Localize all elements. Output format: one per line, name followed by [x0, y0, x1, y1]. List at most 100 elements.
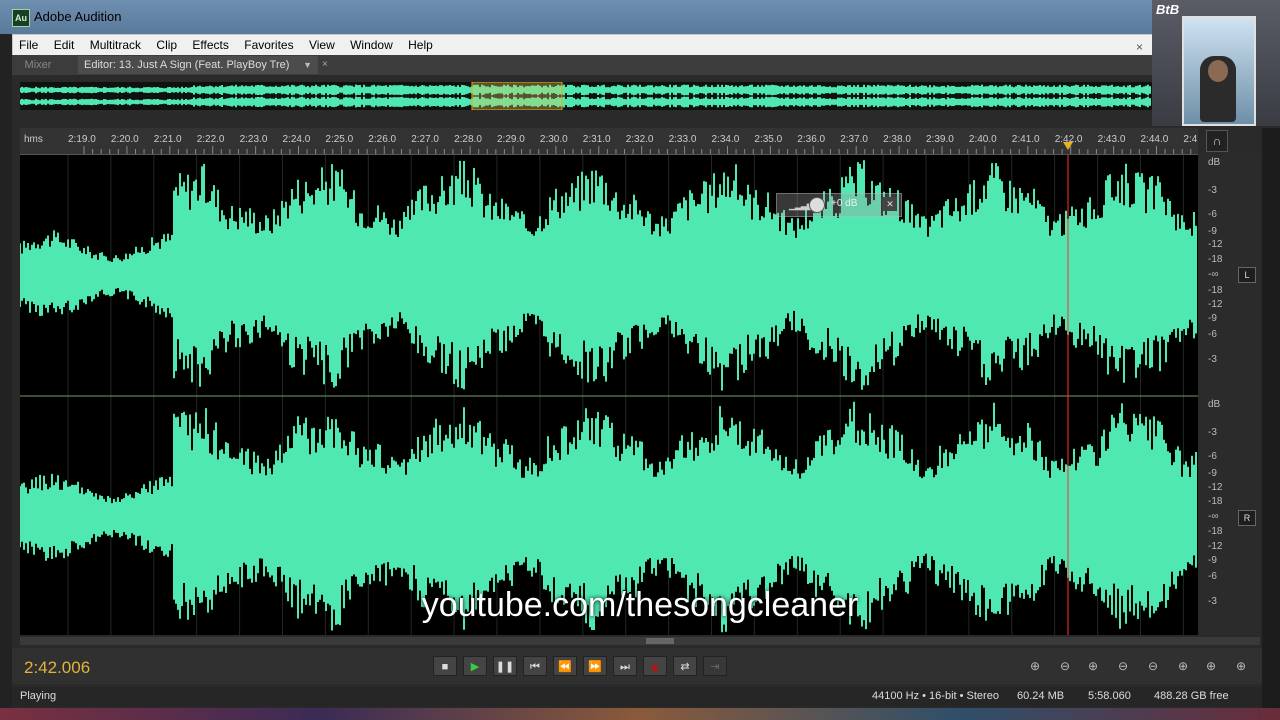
chevron-down-icon[interactable]: ▼	[303, 56, 312, 74]
db-label: -9	[1208, 468, 1217, 479]
volume-knob-icon[interactable]	[809, 197, 825, 213]
watermark-text: youtube.com/thesongcleaner	[421, 586, 859, 624]
status-bar: Playing 44100 Hz • 16-bit • Stereo 60.24…	[12, 687, 1262, 707]
overview-viewport	[471, 81, 563, 111]
ruler-tick-label: 2:34.0	[712, 134, 740, 145]
disk-free: 488.28 GB free	[1154, 690, 1229, 702]
window-title: Adobe Audition	[34, 9, 122, 24]
db-label: -6	[1208, 209, 1217, 220]
ruler-tick-label: 2:25.0	[325, 134, 353, 145]
waveform-canvas	[19, 155, 1198, 635]
tab-editor-label: Editor: 13. Just A Sign (Feat. PlayBoy T…	[84, 59, 290, 71]
zoom-in-end-icon[interactable]: ⊕	[1200, 656, 1222, 676]
hud-volume-value: +0 dB	[831, 198, 858, 209]
menu-edit[interactable]: Edit	[48, 35, 81, 53]
webcam-overlay: BtB	[1152, 0, 1280, 126]
ruler-tick-label: 2:44.0	[1141, 134, 1169, 145]
overview-waveform-path	[19, 84, 1151, 108]
loop-button[interactable]: ⇄	[673, 656, 697, 676]
hud-volume-control[interactable]: ▁▂▃▅ +0 dB ✕	[776, 193, 902, 217]
go-to-start-button[interactable]: ⏮	[523, 656, 547, 676]
play-button[interactable]: ▶	[463, 656, 487, 676]
ruler-tick-label: 2:38.0	[883, 134, 911, 145]
menu-window[interactable]: Window	[344, 35, 399, 53]
db-label: -12	[1208, 299, 1223, 310]
stop-button[interactable]: ■	[433, 656, 457, 676]
db-label: -∞	[1208, 269, 1219, 280]
db-label: -∞	[1208, 511, 1219, 522]
overview-waveform	[19, 81, 1151, 111]
waveform-overview[interactable]	[19, 81, 1152, 111]
menu-favorites[interactable]: Favorites	[238, 35, 299, 53]
db-label: -3	[1208, 354, 1217, 365]
pin-icon[interactable]: ✕	[883, 197, 897, 211]
pause-button[interactable]: ❚❚	[493, 656, 517, 676]
skip-selection-button[interactable]: ⇥	[703, 656, 727, 676]
ruler-ticks: hms 2:19.0 2:20.0 2:21.0 2:22.0 2:23.0 2:24.0…	[24, 134, 1198, 154]
ruler-tick-label: 2:28.0	[454, 134, 482, 145]
ruler-tick-label: 2:19.0	[68, 134, 96, 145]
db-label: -12	[1208, 482, 1223, 493]
transport-bar: 2:42.006 ■ ▶ ❚❚ ⏮ ⏪ ⏩ ⏭ ● ⇄ ⇥ ⊕ ⊖ ⊕ ⊖ ⊖ …	[12, 648, 1262, 684]
menu-view[interactable]: View	[303, 35, 341, 53]
ruler-tick-label: 2:29.0	[497, 134, 525, 145]
db-label: -12	[1208, 541, 1223, 552]
menu-multitrack[interactable]: Multitrack	[84, 35, 147, 53]
audition-app-icon: Au	[12, 9, 30, 27]
ruler-tick-label: 2:30.0	[540, 134, 568, 145]
time-ruler[interactable]: hms 2:19.0 2:20.0 2:21.0 2:22.0 2:23.0 2:24.0…	[20, 128, 1198, 155]
ruler-tick-label: 2:26.0	[368, 134, 396, 145]
db-label: -9	[1208, 555, 1217, 566]
rewind-button[interactable]: ⏪	[553, 656, 577, 676]
ruler-tick-label: 2:32.0	[626, 134, 654, 145]
headphones-icon[interactable]: ∩	[1206, 130, 1228, 152]
tab-editor[interactable]: Editor: 13. Just A Sign (Feat. PlayBoy T…	[78, 56, 318, 74]
db-label: -9	[1208, 313, 1217, 324]
scrollbar-thumb[interactable]	[646, 638, 674, 644]
ruler-tick-label: 2:23.0	[240, 134, 268, 145]
waveform-editor[interactable]	[19, 155, 1198, 635]
ruler-tick-label: 2:33.0	[669, 134, 697, 145]
zoom-out-full-icon[interactable]: ⊖	[1142, 656, 1164, 676]
tab-close-icon[interactable]: ×	[322, 55, 328, 75]
db-scale: dB -3 -6 -9 -12 -18 -∞ -18 -12 -9 -6 -3 …	[1200, 155, 1260, 635]
timecode-display[interactable]: 2:42.006	[24, 658, 90, 678]
horizontal-scrollbar[interactable]	[20, 637, 1260, 645]
left-channel-toggle[interactable]: L	[1238, 267, 1256, 283]
panel-tab-row: Mixer Editor: 13. Just A Sign (Feat. Pla…	[12, 55, 1152, 75]
ruler-tick-label: 2:31.0	[583, 134, 611, 145]
menu-close-icon[interactable]: ×	[1130, 37, 1149, 55]
ruler-tick-label: 2:27.0	[411, 134, 439, 145]
playhead-marker-icon	[1063, 142, 1073, 150]
right-gutter	[1262, 128, 1280, 720]
menu-effects[interactable]: Effects	[186, 35, 234, 53]
window-left-edge	[0, 34, 12, 708]
video-bottom-strip	[0, 708, 1280, 720]
menu-file[interactable]: File	[13, 35, 44, 53]
db-label: -18	[1208, 526, 1223, 537]
db-label: -3	[1208, 185, 1217, 196]
db-label: -18	[1208, 285, 1223, 296]
go-to-end-button[interactable]: ⏭	[613, 656, 637, 676]
webcam-face	[1208, 60, 1228, 82]
db-label: -6	[1208, 571, 1217, 582]
ruler-tick-label: 2:43.0	[1098, 134, 1126, 145]
playback-state: Playing	[20, 690, 57, 702]
zoom-in-time-icon[interactable]: ⊕	[1082, 656, 1104, 676]
right-channel-toggle[interactable]: R	[1238, 510, 1256, 526]
menu-clip[interactable]: Clip	[150, 35, 183, 53]
zoom-in-start-icon[interactable]: ⊕	[1172, 656, 1194, 676]
record-button[interactable]: ●	[643, 656, 667, 676]
audio-format: 44100 Hz • 16-bit • Stereo	[872, 690, 999, 702]
zoom-out-time-icon[interactable]: ⊖	[1112, 656, 1134, 676]
zoom-out-amplitude-icon[interactable]: ⊖	[1054, 656, 1076, 676]
tab-mixer[interactable]: Mixer	[12, 55, 64, 75]
db-label: -18	[1208, 496, 1223, 507]
ruler-tick-label: 2:41.0	[1012, 134, 1040, 145]
zoom-selection-icon[interactable]: ⊕	[1230, 656, 1252, 676]
zoom-in-amplitude-icon[interactable]: ⊕	[1024, 656, 1046, 676]
menu-help[interactable]: Help	[402, 35, 439, 53]
fast-forward-button[interactable]: ⏩	[583, 656, 607, 676]
db-label: -12	[1208, 239, 1223, 250]
file-size: 60.24 MB	[1017, 690, 1065, 702]
